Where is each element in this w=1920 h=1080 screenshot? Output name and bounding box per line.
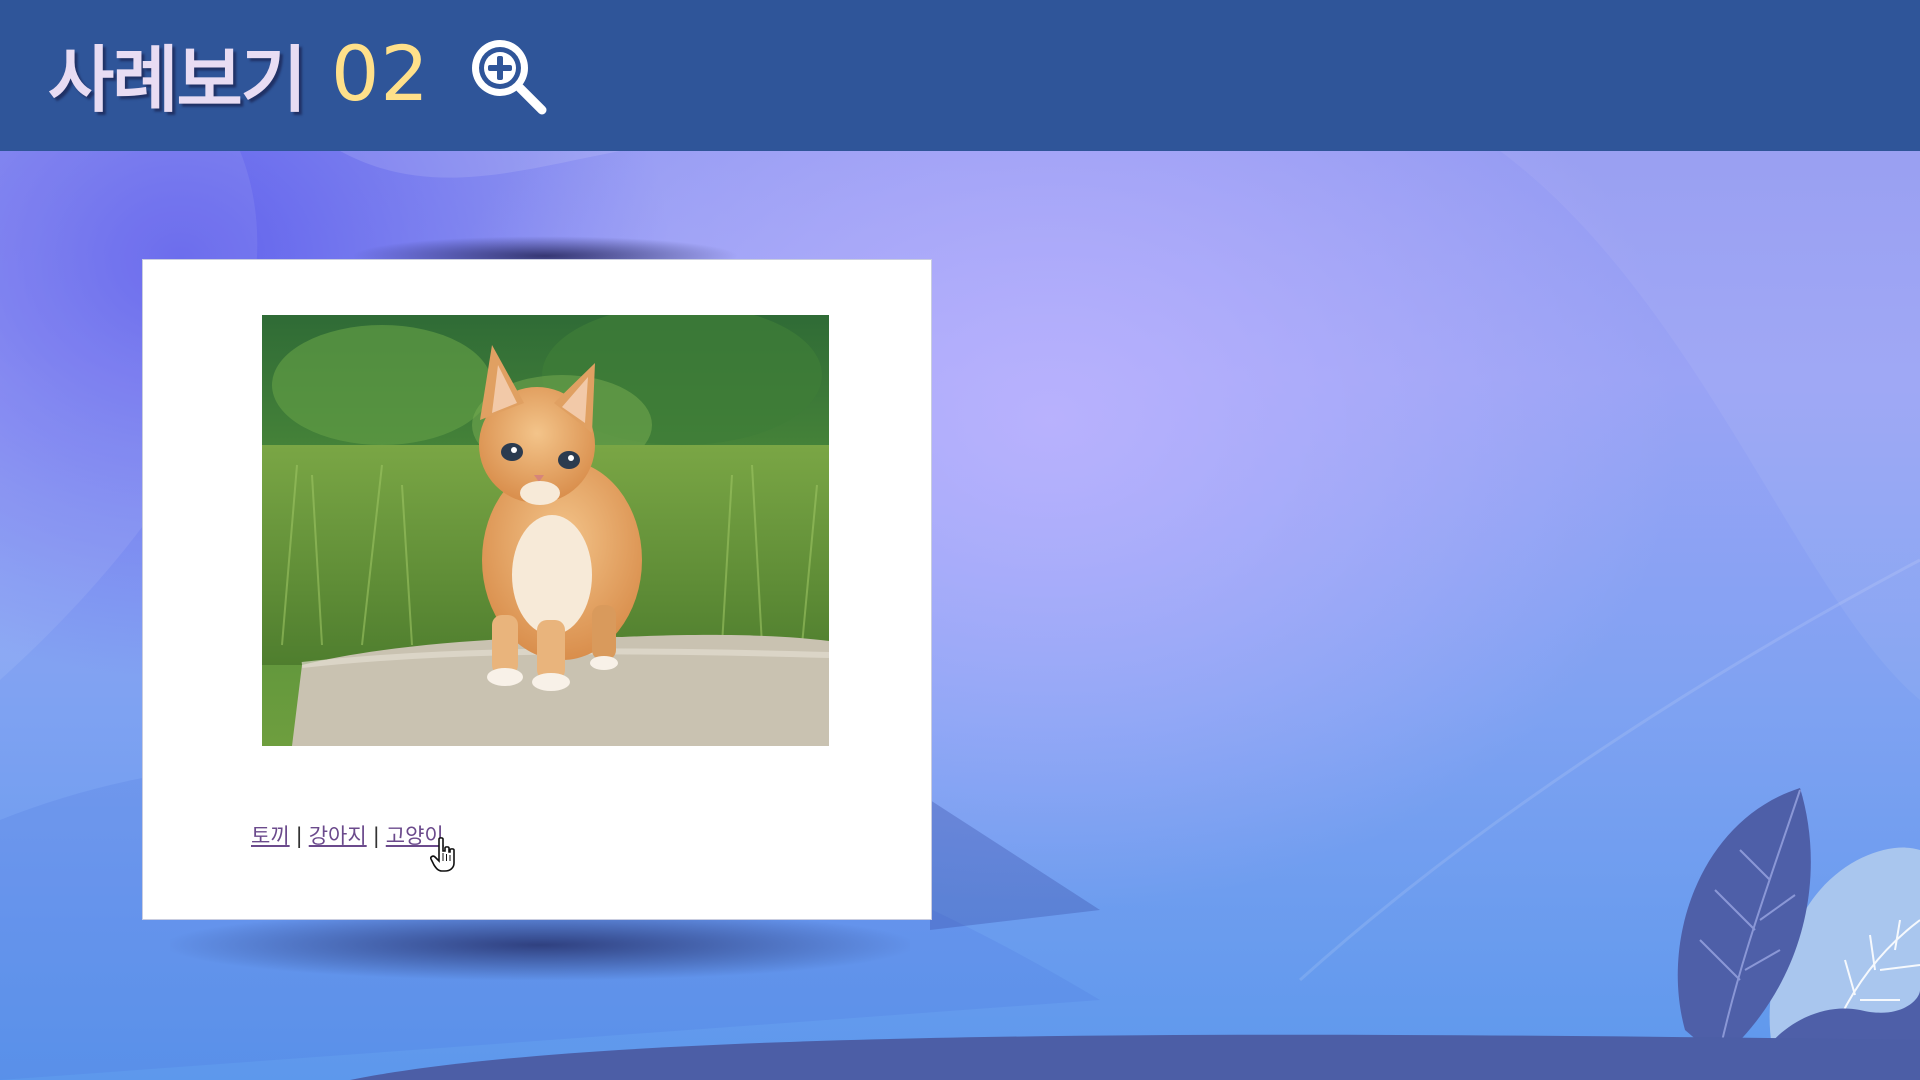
kitten-photo <box>262 315 829 746</box>
card-shadow <box>170 910 910 980</box>
bottom-wave-decoration <box>350 1034 1920 1080</box>
link-dog[interactable]: 강아지 <box>309 824 367 848</box>
header-bar: 사례보기 02 <box>0 0 1920 151</box>
example-browser-window: 토끼 | 강아지 | 고양이 <box>142 259 932 920</box>
animal-link-list: 토끼 | 강아지 | 고양이 <box>251 820 444 850</box>
title-number: 02 <box>330 28 430 118</box>
zoom-in-icon <box>472 40 547 115</box>
link-rabbit[interactable]: 토끼 <box>251 824 290 848</box>
hand-cursor-icon <box>430 837 455 872</box>
title-text: 사례보기 <box>48 36 307 122</box>
page-title: 사례보기 02 <box>48 18 430 128</box>
link-separator: | <box>372 824 380 848</box>
link-separator: | <box>295 824 303 848</box>
